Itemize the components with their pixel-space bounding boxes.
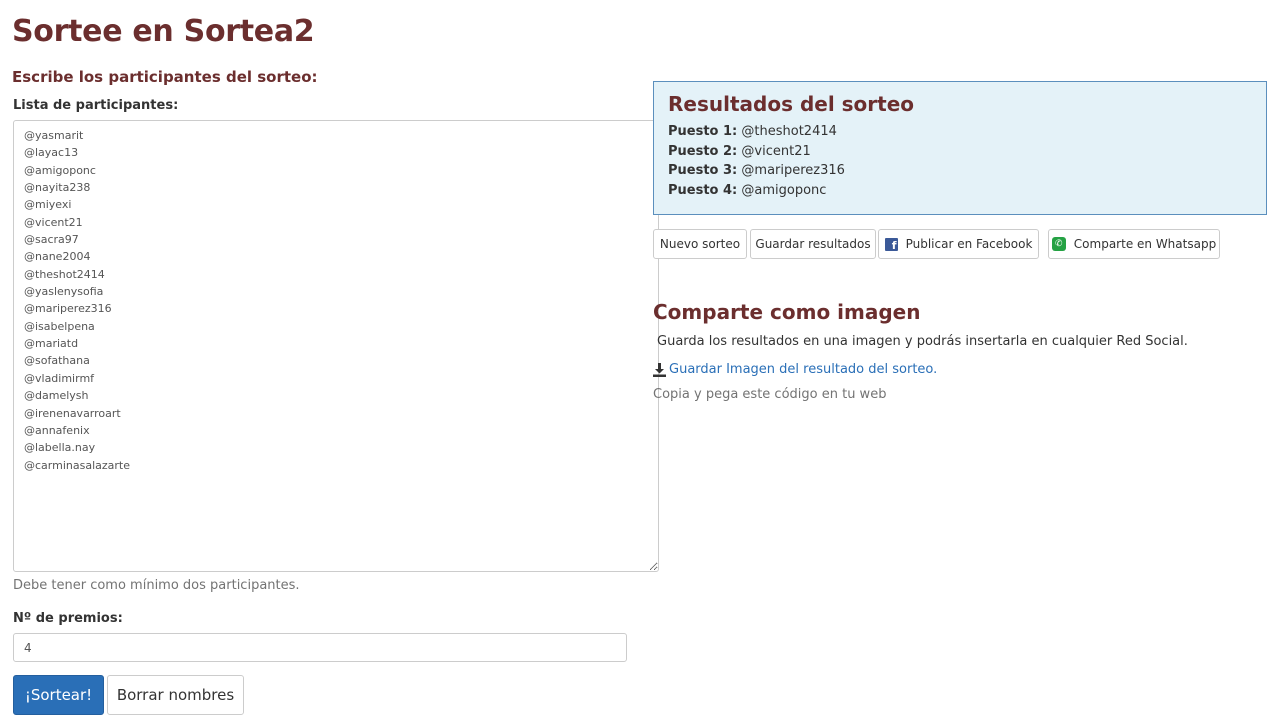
download-row: Guardar Imagen del resultado del sorteo. — [653, 362, 937, 377]
result-label: Puesto 1: — [668, 124, 738, 139]
guardar-resultados-button[interactable]: Guardar resultados — [750, 229, 876, 259]
compartir-whatsapp-label: Comparte en Whatsapp — [1073, 237, 1217, 251]
result-value: @amigoponc — [741, 182, 827, 198]
share-image-title: Comparte como imagen — [653, 300, 921, 324]
result-value: @mariperez316 — [741, 163, 845, 179]
result-item: Puesto 3: @mariperez316 — [668, 161, 1252, 181]
results-title: Resultados del sorteo — [668, 92, 915, 116]
whatsapp-icon: ✆ — [1051, 237, 1066, 251]
result-label: Puesto 2: — [668, 143, 738, 159]
page-subtitle: Escribe los participantes del sorteo: — [12, 68, 318, 86]
participants-textarea[interactable]: @yasmarit @layac13 @amigoponc @nayita238… — [13, 120, 659, 572]
result-item: Puesto 1: @theshot2414 — [668, 122, 1252, 142]
result-item: Puesto 4: @amigoponc — [668, 181, 1252, 201]
results-panel: Resultados del sorteo Puesto 1: @theshot… — [653, 81, 1267, 215]
download-icon — [653, 362, 666, 377]
prizes-number-input[interactable] — [13, 633, 627, 662]
page-title: Sortee en Sortea2 — [12, 14, 315, 49]
result-label: Puesto 3: — [668, 163, 738, 179]
facebook-icon: f — [884, 237, 898, 251]
result-item: Puesto 2: @vicent21 — [668, 142, 1252, 162]
share-image-description: Guarda los resultados en una imagen y po… — [657, 334, 1188, 349]
participants-help-text: Debe tener como mínimo dos participantes… — [13, 578, 300, 593]
copy-code-text: Copia y pega este código en tu web — [653, 387, 887, 402]
result-value: @theshot2414 — [741, 124, 837, 139]
publicar-facebook-button[interactable]: f Publicar en Facebook — [878, 229, 1039, 259]
guardar-imagen-link[interactable]: Guardar Imagen del resultado del sorteo. — [669, 362, 937, 377]
result-label: Puesto 4: — [668, 182, 738, 198]
sortear-button[interactable]: ¡Sortear! — [13, 675, 104, 715]
prizes-label: Nº de premios: — [13, 611, 123, 626]
publicar-facebook-label: Publicar en Facebook — [905, 237, 1033, 251]
compartir-whatsapp-button[interactable]: ✆ Comparte en Whatsapp — [1048, 229, 1220, 259]
participants-label: Lista de participantes: — [13, 98, 179, 113]
result-value: @vicent21 — [741, 143, 811, 159]
borrar-nombres-button[interactable]: Borrar nombres — [107, 675, 244, 715]
nuevo-sorteo-button[interactable]: Nuevo sorteo — [653, 229, 747, 259]
